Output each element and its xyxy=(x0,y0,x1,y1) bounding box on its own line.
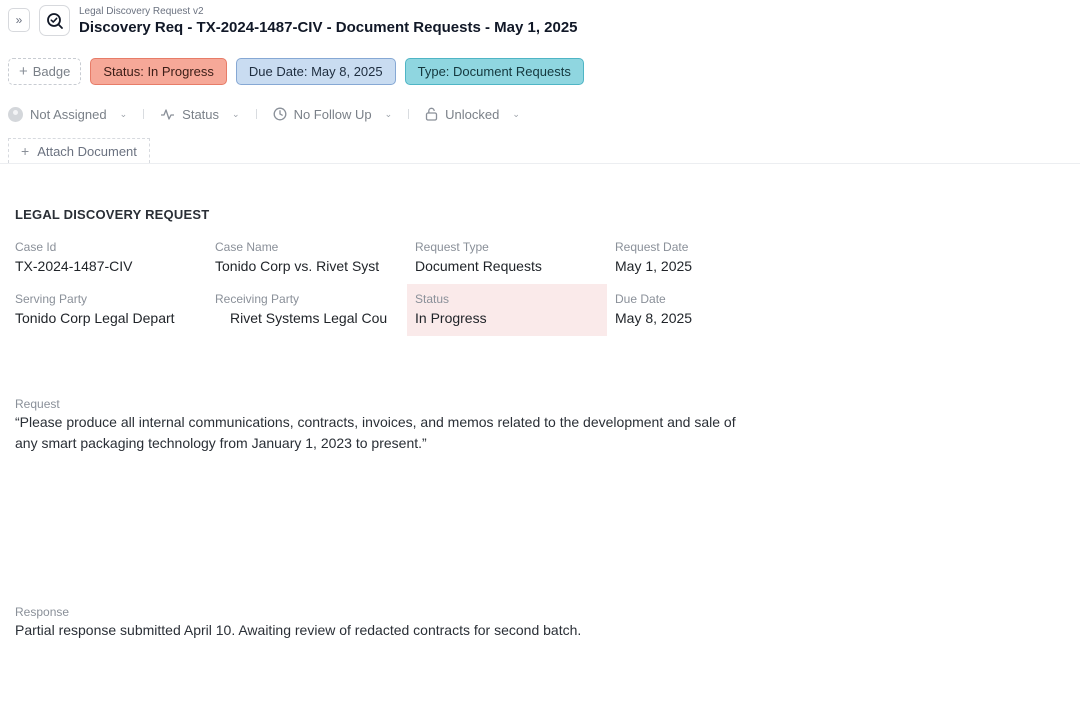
response-text: Partial response submitted April 10. Awa… xyxy=(15,622,582,638)
field-value: In Progress xyxy=(415,310,487,326)
field-case-id: Case Id TX-2024-1487-CIV xyxy=(7,232,207,284)
field-value: May 8, 2025 xyxy=(615,310,693,326)
field-value: Document Requests xyxy=(415,258,542,274)
attach-document-label: Attach Document xyxy=(37,143,137,159)
expand-sidebar-button[interactable]: » xyxy=(8,8,30,32)
field-label: Receiving Party xyxy=(215,292,300,306)
section-title: LEGAL DISCOVERY REQUEST xyxy=(15,207,210,222)
field-status: Status In Progress xyxy=(407,284,607,336)
follow-up-dropdown[interactable]: No Follow Up ⌄ xyxy=(273,106,393,122)
field-label: Serving Party xyxy=(15,292,88,306)
field-label: Case Id xyxy=(15,240,57,254)
field-serving-party: Serving Party Tonido Corp Legal Depart xyxy=(7,284,207,336)
field-value: Rivet Systems Legal Cou xyxy=(230,310,388,326)
activity-icon xyxy=(161,108,175,120)
follow-up-label: No Follow Up xyxy=(293,106,372,122)
chevron-down-icon: ⌄ xyxy=(512,108,520,119)
request-text-line-2: any smart packaging technology from Janu… xyxy=(15,435,427,451)
app-icon xyxy=(39,5,70,36)
assignee-dropdown[interactable]: Not Assigned ⌄ xyxy=(8,106,128,122)
lock-label: Unlocked xyxy=(445,106,500,122)
type-badge[interactable]: Type: Document Requests xyxy=(404,58,584,85)
field-request-type: Request Type Document Requests xyxy=(407,232,607,284)
plus-icon: + xyxy=(19,63,28,80)
search-check-icon xyxy=(46,12,63,29)
add-badge-button[interactable]: + Badge xyxy=(8,58,82,85)
field-receiving-party: Receiving Party Rivet Systems Legal Cou xyxy=(207,284,407,336)
field-request-date: Request Date May 1, 2025 xyxy=(607,232,807,284)
field-label: Due Date xyxy=(615,292,666,306)
double-chevron-right-icon: » xyxy=(15,13,23,27)
attach-document-button[interactable]: + Attach Document xyxy=(8,138,150,163)
field-value: May 1, 2025 xyxy=(615,258,693,274)
field-label: Request Type xyxy=(415,240,489,254)
field-label: Request Date xyxy=(615,240,689,254)
assignee-label: Not Assigned xyxy=(30,106,107,122)
status-label: Status xyxy=(182,106,220,122)
lock-dropdown[interactable]: Unlocked ⌄ xyxy=(425,107,520,122)
separator xyxy=(143,109,145,119)
header-divider xyxy=(0,163,1080,164)
page-header: » Legal Discovery Request v2 Discovery R… xyxy=(8,5,1068,37)
response-label: Response xyxy=(15,605,70,619)
field-due-date: Due Date May 8, 2025 xyxy=(607,284,807,336)
user-avatar-icon xyxy=(8,106,23,122)
request-text-line-1: “Please produce all internal communicati… xyxy=(15,414,736,430)
separator xyxy=(255,109,257,119)
chevron-down-icon: ⌄ xyxy=(119,108,128,119)
field-value: Tonido Corp Legal Depart xyxy=(15,310,175,326)
field-label: Status xyxy=(415,292,450,306)
field-label: Case Name xyxy=(215,240,279,254)
record-type-subtitle: Legal Discovery Request v2 xyxy=(79,6,204,17)
field-value: Tonido Corp vs. Rivet Syst xyxy=(215,258,380,274)
separator xyxy=(408,109,410,119)
add-badge-label: Badge xyxy=(32,64,71,79)
chevron-down-icon: ⌄ xyxy=(384,108,393,119)
status-badge[interactable]: Status: In Progress xyxy=(90,58,227,85)
page-title: Discovery Req - TX-2024-1487-CIV - Docum… xyxy=(79,19,578,36)
due-date-badge[interactable]: Due Date: May 8, 2025 xyxy=(235,58,396,85)
field-value: TX-2024-1487-CIV xyxy=(15,258,133,274)
unlock-icon xyxy=(425,107,438,121)
request-label: Request xyxy=(15,397,60,411)
clock-icon xyxy=(273,107,287,121)
chevron-down-icon: ⌄ xyxy=(232,108,240,119)
plus-icon: + xyxy=(21,143,30,159)
badge-row: + Badge Status: In Progress Due Date: Ma… xyxy=(8,58,584,85)
meta-toolbar: Not Assigned ⌄ Status ⌄ No Follow Up ⌄ U… xyxy=(8,103,520,125)
field-case-name: Case Name Tonido Corp vs. Rivet Syst xyxy=(207,232,407,284)
status-dropdown[interactable]: Status ⌄ xyxy=(160,106,240,122)
